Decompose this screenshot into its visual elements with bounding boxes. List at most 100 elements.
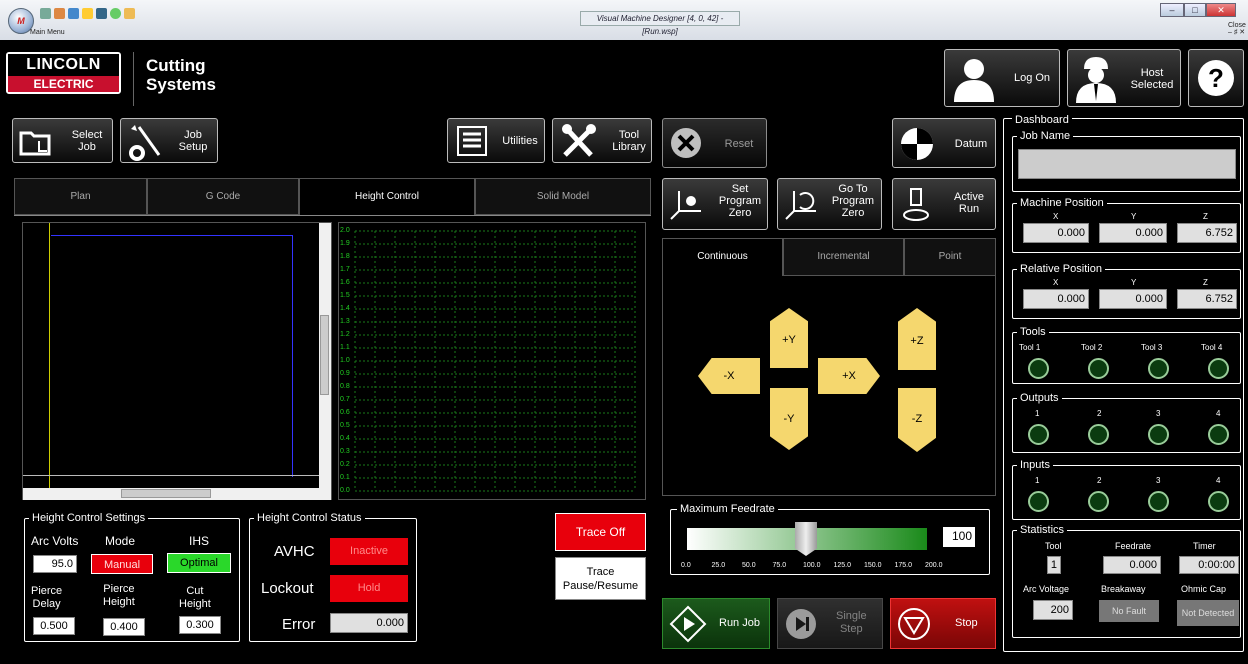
tab-height-control[interactable]: Height Control <box>299 178 475 216</box>
pierce-delay-field[interactable]: 0.500 <box>33 617 75 635</box>
host-selected-button[interactable]: Host Selected <box>1067 49 1181 107</box>
stop-label: Stop <box>955 617 978 629</box>
utilities-button[interactable]: Utilities <box>447 118 545 163</box>
trace-pause-button[interactable]: Trace Pause/Resume <box>555 557 646 600</box>
run-job-button[interactable]: Run Job <box>662 598 770 649</box>
minimize-button[interactable]: – <box>1160 3 1184 17</box>
graph-tick-label: 1.4 <box>340 305 350 312</box>
tab-point[interactable]: Point <box>904 238 996 276</box>
system-line1: Cutting <box>146 56 206 75</box>
job-setup-button[interactable]: Job Setup <box>120 118 218 163</box>
cut-height-label: Cut Height <box>179 585 211 611</box>
select-job-button[interactable]: Select Job <box>12 118 113 163</box>
datum-button[interactable]: Datum <box>892 118 996 168</box>
graph-tick-label: 1.3 <box>340 318 350 325</box>
tab-gcode[interactable]: G Code <box>147 178 299 215</box>
machine-y-label: Y <box>1131 212 1137 221</box>
goto-program-zero-button[interactable]: Go To Program Zero <box>777 178 882 230</box>
tool2-lamp <box>1088 358 1109 379</box>
input2-lamp <box>1088 491 1109 512</box>
input4-label: 4 <box>1216 476 1221 485</box>
trace-off-button[interactable]: Trace Off <box>555 513 646 551</box>
logon-button[interactable]: Log On <box>944 49 1060 107</box>
machine-z-value: 6.752 <box>1177 223 1237 243</box>
single-step-button[interactable]: Single Step <box>777 598 883 649</box>
cut-height-field[interactable]: 0.300 <box>179 616 221 634</box>
graph-tick-label: 0.0 <box>340 487 350 494</box>
active-run-label: Active Run <box>945 191 993 215</box>
tool-library-line2: Library <box>612 141 646 153</box>
inputs-title: Inputs <box>1017 459 1053 471</box>
error-field: 0.000 <box>330 613 408 633</box>
reset-button[interactable]: Reset <box>662 118 767 168</box>
set-program-zero-button[interactable]: Set Program Zero <box>662 178 768 230</box>
plan-vscrollbar[interactable] <box>319 223 331 489</box>
tool1-label: Tool 1 <box>1019 343 1041 352</box>
statistics-panel: Statistics Tool Feedrate Timer 1 0.000 0… <box>1012 524 1241 638</box>
close-window-button[interactable]: ✕ <box>1206 3 1236 17</box>
pierce-height-field[interactable]: 0.400 <box>103 618 145 636</box>
stat-arc-voltage-value: 200 <box>1033 600 1073 620</box>
help-icon[interactable] <box>68 8 79 19</box>
mode-label: Mode <box>105 534 136 548</box>
help-button[interactable]: ? <box>1188 49 1244 107</box>
plan-hscroll-thumb[interactable] <box>121 489 211 498</box>
host-label: Host Selected <box>1124 67 1180 91</box>
folder-icon[interactable] <box>124 8 135 19</box>
tool2-label: Tool 2 <box>1081 343 1103 352</box>
machine-icon[interactable] <box>96 8 107 19</box>
goto-zero-line3: Zero <box>841 207 865 219</box>
feedrate-value[interactable]: 100 <box>943 527 975 547</box>
x-circle-icon <box>671 128 701 158</box>
avhc-status: Inactive <box>330 538 408 565</box>
feedrate-panel: Maximum Feedrate 100 0.0 25.0 50.0 75.0 100.… <box>670 503 990 575</box>
mode-button[interactable]: Manual <box>91 554 153 574</box>
stat-timer-value: 0:00:00 <box>1179 556 1239 574</box>
plan-view[interactable] <box>22 222 332 500</box>
plan-hscrollbar[interactable] <box>23 488 331 500</box>
tab-plan[interactable]: Plan <box>14 178 147 215</box>
active-run-button[interactable]: Active Run <box>892 178 996 230</box>
stat-tool-label: Tool <box>1045 541 1062 551</box>
feedrate-slider-thumb[interactable] <box>795 522 817 556</box>
stop-button[interactable]: Stop <box>890 598 996 649</box>
arc-volts-field[interactable]: 95.0 <box>33 555 77 573</box>
job-name-field[interactable] <box>1018 149 1236 179</box>
lockout-status: Hold <box>330 575 408 602</box>
tab-solid-model[interactable]: Solid Model <box>475 178 651 215</box>
tool-library-button[interactable]: Tool Library <box>552 118 652 163</box>
close-label: Close <box>1228 22 1246 29</box>
graph-tick-label: 1.5 <box>340 292 350 299</box>
output3-lamp <box>1148 424 1169 445</box>
ihs-button[interactable]: Optimal <box>167 553 231 573</box>
job-name-panel: Job Name <box>1012 130 1241 192</box>
main-menu-tab[interactable]: Main Menu <box>30 29 65 36</box>
tab-incremental[interactable]: Incremental <box>783 238 904 276</box>
save-icon[interactable] <box>40 8 51 19</box>
close-doc-button[interactable]: Close – ♯ ✕ <box>1228 22 1246 36</box>
plan-vscroll-thumb[interactable] <box>320 315 329 395</box>
maximize-button[interactable]: □ <box>1184 3 1206 17</box>
graph-tick-label: 0.7 <box>340 396 350 403</box>
tools-icon <box>562 124 596 157</box>
feedrate-tick-label: 75.0 <box>772 562 787 569</box>
relative-y-label: Y <box>1131 278 1137 287</box>
inputs-panel: Inputs 1 2 3 4 <box>1012 459 1241 520</box>
cut-height-line1: Cut <box>186 585 204 597</box>
settings-icon[interactable] <box>82 8 93 19</box>
window-titlebar: M Main Menu Visual Machine Designer [4, … <box>0 0 1248 40</box>
machine-z-label: Z <box>1203 212 1208 221</box>
single-step-label: Single Step <box>836 610 867 636</box>
trace-pause-line2: Pause/Resume <box>562 580 639 592</box>
status-icon[interactable] <box>110 8 121 19</box>
select-job-label: Select Job <box>63 129 111 153</box>
wand-gear-icon <box>129 125 161 161</box>
graph-tick-label: 1.8 <box>340 253 350 260</box>
plan-table-outline <box>51 235 293 477</box>
arc-volts-label: Arc Volts <box>31 534 79 548</box>
utilities-label: Utilities <box>502 135 538 147</box>
graph-tick-label: 2.0 <box>340 227 350 234</box>
graph-tick-label: 1.9 <box>340 240 350 247</box>
tab-continuous[interactable]: Continuous <box>662 238 783 276</box>
undo-icon[interactable] <box>54 8 65 19</box>
